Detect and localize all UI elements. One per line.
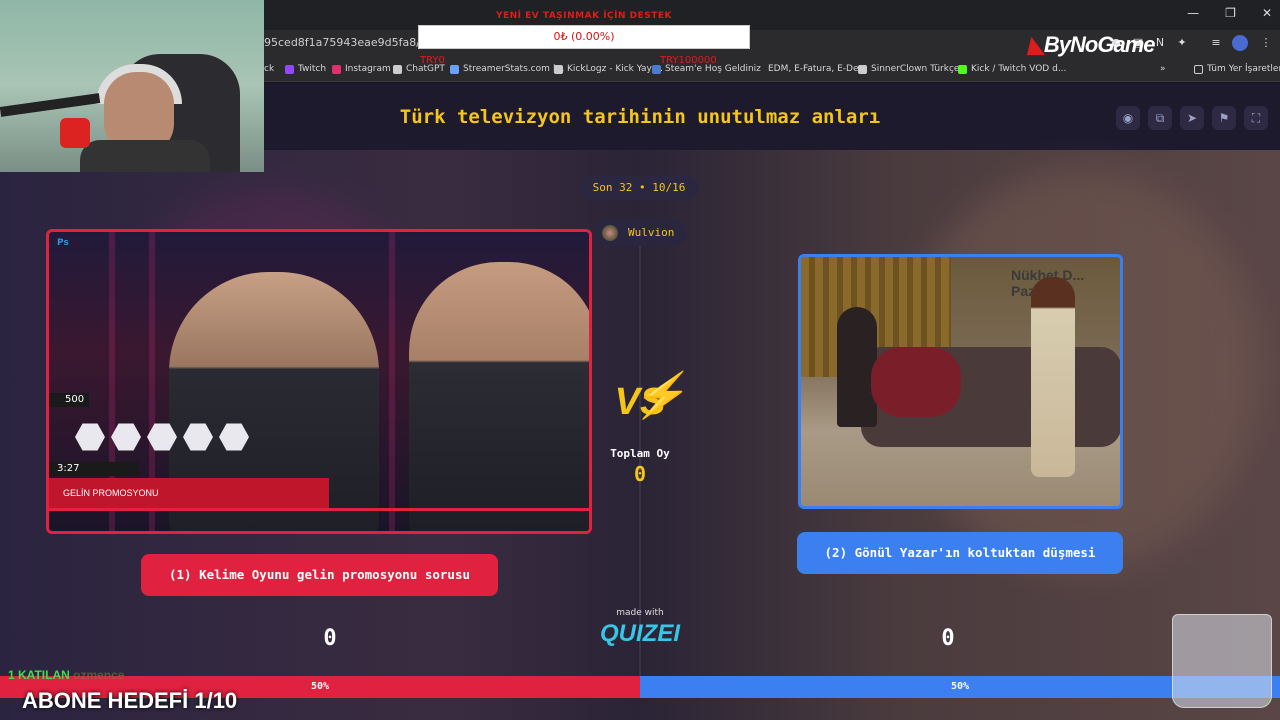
streamer-body (80, 140, 210, 172)
person-image (1031, 277, 1075, 477)
all-bookmarks[interactable]: Tüm Yer İşaretleri (1194, 64, 1280, 74)
puzzle-icon[interactable]: ✦ (1174, 35, 1190, 51)
points-badge: 500 (49, 393, 89, 407)
flag-icon[interactable]: ⚑ (1212, 106, 1236, 130)
instagram-icon (332, 64, 341, 74)
total-votes-value: 0 (633, 462, 647, 486)
ps-badge: Ps (57, 238, 69, 248)
joined-username: ozmence (73, 668, 125, 682)
option-1-score: 0 (323, 626, 337, 651)
bynogame-logo: ◣ByNoGame (1028, 32, 1156, 57)
letter-tile (147, 423, 177, 451)
bookmark-item[interactable]: KickLogz - Kick Yayı... (554, 64, 663, 74)
donation-progress-bar: 0₺ (0.00%) (418, 25, 750, 49)
timer: 3:27 (49, 462, 139, 476)
person-image (837, 307, 877, 427)
option-1-media[interactable]: Ps 500 3:27 GELİN PROMOSYONU (46, 229, 592, 534)
mic-arm (0, 93, 101, 117)
glass-image (1172, 614, 1272, 708)
caption-underline (49, 508, 589, 511)
folder-icon (1194, 64, 1203, 74)
page-title: Türk televizyon tarihinin unutulmaz anla… (399, 106, 881, 128)
vs-icon: VS ⚡ (608, 371, 687, 432)
letter-tiles (75, 422, 249, 452)
profile-icon[interactable] (1232, 35, 1248, 51)
chevron-right-icon[interactable]: » (1160, 64, 1166, 74)
letter-tile (219, 423, 249, 451)
close-button[interactable]: ✕ (1262, 6, 1272, 20)
kick-icon (958, 64, 967, 74)
fullscreen-icon[interactable]: ⛶ (1244, 106, 1268, 130)
donation-title: YENİ EV TAŞINMAK İÇİN DESTEK (495, 11, 673, 21)
minimize-button[interactable]: — (1187, 6, 1199, 20)
twitch-icon (285, 64, 294, 74)
chatgpt-icon (393, 64, 402, 74)
option-2-button[interactable]: (2) Gönül Yazar'ın koltuktan düşmesi (797, 532, 1123, 574)
made-with-label: made with (616, 608, 664, 618)
bookmark-item[interactable]: EDM, E-Fatura, E-De... (768, 64, 867, 74)
letter-tile (183, 423, 213, 451)
avatar (602, 225, 618, 241)
bookmark-item[interactable]: ck (264, 64, 274, 74)
letter-tile (75, 423, 105, 451)
bookmark-item[interactable]: Twitch (285, 64, 326, 74)
bookmark-item[interactable]: StreamerStats.com |... (450, 64, 564, 74)
subscriber-goal: ABONE HEDEFİ 1/10 (22, 688, 238, 713)
caption: GELİN PROMOSYONU (49, 478, 329, 508)
letter-tile (111, 423, 141, 451)
webcam-overlay (0, 0, 264, 172)
total-votes-label: Toplam Oy (610, 447, 670, 460)
eye-icon[interactable]: ◉ (1116, 106, 1140, 130)
window-controls: — ❐ ✕ (1187, 6, 1272, 20)
option-2-media[interactable]: Nükhet D... Pazar (798, 254, 1123, 509)
person-image (871, 347, 961, 417)
bookmark-item[interactable]: Kick / Twitch VOD d... (958, 64, 1066, 74)
kicklogz-icon (554, 64, 563, 74)
kebab-menu-icon[interactable]: ⋮ (1258, 35, 1274, 51)
username: Wulvion (628, 226, 675, 239)
user-badge: Wulvion (594, 220, 686, 246)
joined-alert: 1 KATILAN ozmence (8, 668, 125, 682)
screen: — ❐ ✕ 95ced8f1a75943eae9d5fa8/play ● ▣ N… (0, 0, 1280, 720)
option-2-score: 0 (941, 626, 955, 651)
sinnerclown-icon (858, 64, 867, 74)
bookmark-item[interactable]: SinnerClown Türkçe... (858, 64, 968, 74)
donation-min: TRY0 (420, 55, 445, 66)
streamerstats-icon (450, 64, 459, 74)
bookmark-item[interactable]: Instagram (332, 64, 391, 74)
quizei-logo[interactable]: QUIZEI (590, 620, 690, 648)
lightning-icon: ⚡ (632, 371, 687, 420)
donation-value: 0₺ (0.00%) (553, 30, 615, 43)
person-image (409, 262, 589, 531)
decor-stripe (389, 232, 395, 531)
maximize-button[interactable]: ❐ (1225, 6, 1236, 20)
donation-max: TRY100000 (660, 55, 717, 66)
share-icon[interactable]: ⧉ (1148, 106, 1172, 130)
option-1-button[interactable]: (1) Kelime Oyunu gelin promosyonu sorusu (141, 554, 498, 596)
round-indicator: Son 32 • 10/16 (580, 176, 698, 200)
menu-icon[interactable]: ≡ (1208, 35, 1224, 51)
send-icon[interactable]: ➤ (1180, 106, 1204, 130)
microphone-icon (60, 118, 90, 148)
url-input[interactable]: 95ced8f1a75943eae9d5fa8/play (264, 36, 443, 49)
